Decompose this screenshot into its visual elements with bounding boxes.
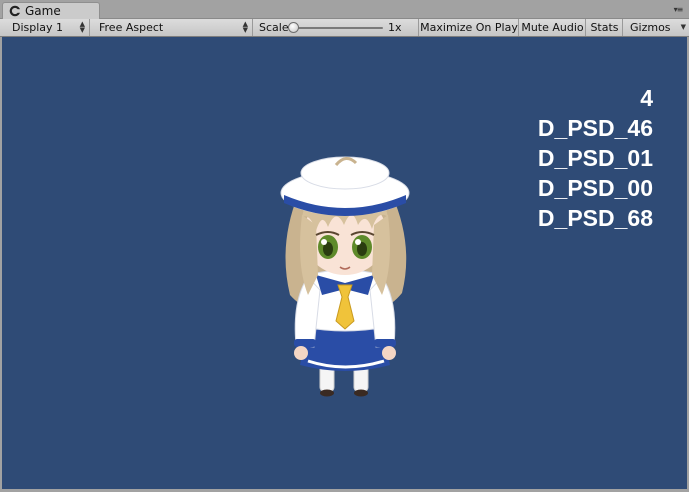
unity-game-icon: [9, 5, 21, 17]
game-tab[interactable]: Game: [2, 2, 100, 19]
character-sprite: [268, 125, 422, 400]
gizmos-label: Gizmos: [630, 21, 671, 34]
game-viewport[interactable]: 4 D_PSD_46 D_PSD_01 D_PSD_00 D_PSD_68: [2, 37, 687, 489]
gizmos-dropdown[interactable]: Gizmos ▼: [624, 19, 689, 36]
mute-audio-button[interactable]: Mute Audio: [520, 19, 586, 36]
stats-label: Stats: [590, 21, 619, 34]
aspect-dropdown-label: Free Aspect: [99, 21, 164, 34]
overlay-line: D_PSD_01: [537, 145, 653, 171]
stats-button[interactable]: Stats: [587, 19, 623, 36]
overlay-line: D_PSD_68: [537, 205, 653, 231]
chevron-down-icon: ▼: [680, 23, 686, 31]
scale-slider-track[interactable]: [294, 27, 383, 29]
scale-control: Scale 1x: [254, 19, 419, 36]
display-dropdown-label: Display 1: [12, 21, 64, 34]
display-dropdown[interactable]: Display 1 ▲ ▼: [6, 19, 90, 36]
tab-bar: Game ▾≡: [0, 0, 689, 19]
mute-audio-label: Mute Audio: [521, 21, 584, 34]
maximize-on-play-label: Maximize On Play: [420, 21, 518, 34]
game-tab-label: Game: [25, 4, 61, 18]
scale-value: 1x: [388, 21, 402, 34]
scale-label: Scale: [259, 21, 289, 34]
aspect-dropdown[interactable]: Free Aspect ▲ ▼: [93, 19, 253, 36]
dropdown-arrows-icon: ▲ ▼: [242, 20, 248, 34]
dropdown-arrows-icon: ▲ ▼: [79, 20, 85, 34]
debug-overlay: 4 D_PSD_46 D_PSD_01 D_PSD_00 D_PSD_68: [538, 83, 653, 233]
scale-slider-thumb[interactable]: [288, 22, 299, 33]
overlay-line: 4: [640, 85, 653, 111]
overlay-line: D_PSD_00: [537, 175, 653, 201]
window-menu-icon[interactable]: ▾≡: [671, 3, 685, 15]
game-toolbar: Display 1 ▲ ▼ Free Aspect ▲ ▼ Scale 1x Max…: [0, 19, 689, 37]
overlay-line: D_PSD_46: [537, 115, 653, 141]
maximize-on-play-button[interactable]: Maximize On Play: [420, 19, 519, 36]
